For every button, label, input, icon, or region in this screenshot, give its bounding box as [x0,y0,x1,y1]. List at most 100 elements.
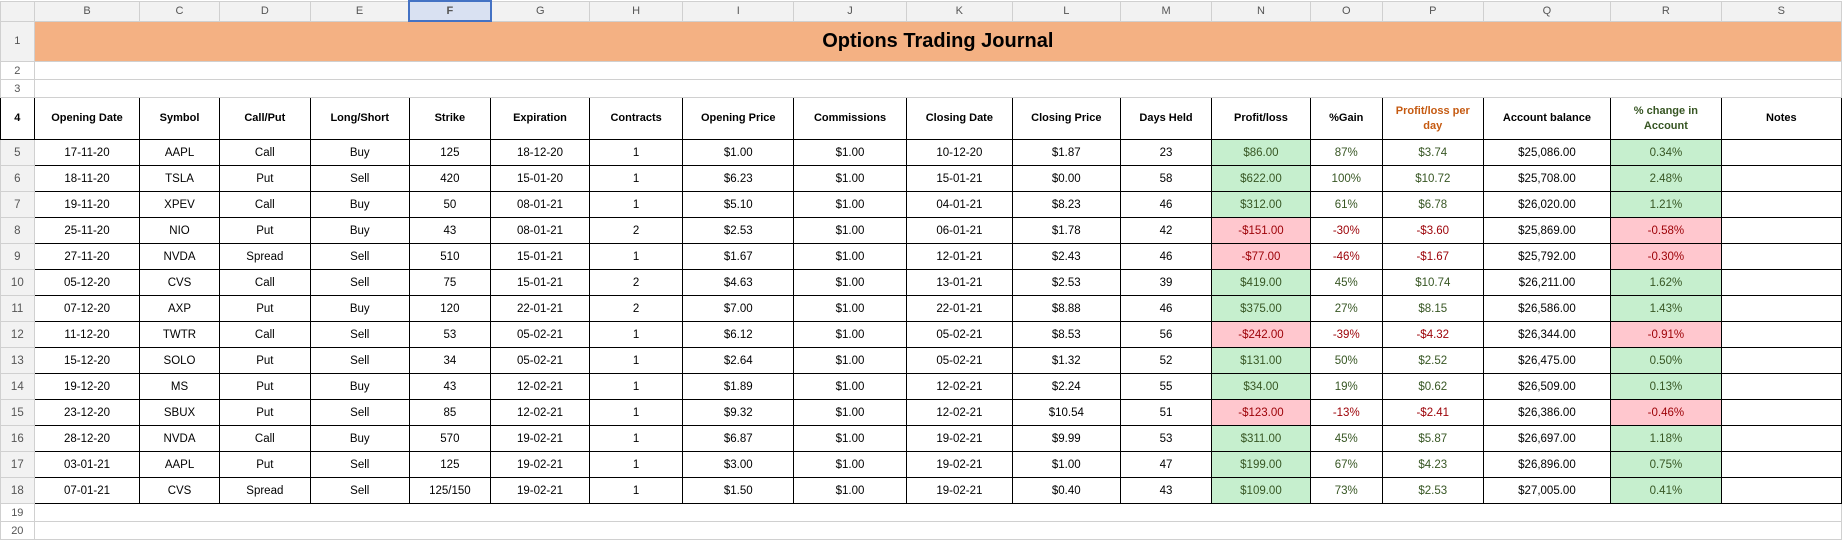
col-r-header[interactable]: R [1611,1,1722,21]
notes [1721,452,1841,478]
col-n-header[interactable]: N [1212,1,1311,21]
header-profit-loss-per-day: Profit/loss per day [1382,98,1483,140]
closing-price: $1.00 [1012,452,1120,478]
pct-change-account: -0.91% [1611,322,1722,348]
row-num: 10 [1,270,35,296]
long-short: Sell [311,452,410,478]
pct-change-account: 1.43% [1611,296,1722,322]
col-f-header[interactable]: F [409,1,491,21]
account-balance: $26,344.00 [1483,322,1610,348]
contracts: 1 [589,374,683,400]
long-short: Sell [311,166,410,192]
corner-cell [1,1,35,21]
long-short: Buy [311,296,410,322]
table-row: 12 11-12-20 TWTR Call Sell 53 05-02-21 1… [1,322,1842,348]
row-num: 13 [1,348,35,374]
account-balance: $25,708.00 [1483,166,1610,192]
commissions: $1.00 [794,426,907,452]
contracts: 1 [589,322,683,348]
opening-date: 19-12-20 [34,374,140,400]
row-3: 3 [1,80,1842,98]
col-l-header[interactable]: L [1012,1,1120,21]
table-row: 6 18-11-20 TSLA Put Sell 420 15-01-20 1 … [1,166,1842,192]
account-balance: $26,896.00 [1483,452,1610,478]
symbol: XPEV [140,192,219,218]
closing-price: $1.87 [1012,140,1120,166]
profit-loss: $311.00 [1212,426,1311,452]
closing-date: 06-01-21 [906,218,1012,244]
row-num-3: 3 [1,80,35,98]
commissions: $1.00 [794,192,907,218]
col-b-header[interactable]: B [34,1,140,21]
closing-date: 12-02-21 [906,374,1012,400]
empty-row: 19 [1,504,1842,522]
profit-loss: $419.00 [1212,270,1311,296]
col-s-header[interactable]: S [1721,1,1841,21]
expiration: 08-01-21 [491,218,590,244]
pct-gain: -39% [1310,322,1382,348]
opening-date: 15-12-20 [34,348,140,374]
journal-title: Options Trading Journal [34,21,1841,62]
account-balance: $26,020.00 [1483,192,1610,218]
pct-change-account: 0.13% [1611,374,1722,400]
profit-loss-per-day: $4.23 [1382,452,1483,478]
table-row: 9 27-11-20 NVDA Spread Sell 510 15-01-21… [1,244,1842,270]
account-balance: $25,086.00 [1483,140,1610,166]
row-num: 12 [1,322,35,348]
profit-loss-per-day: $8.15 [1382,296,1483,322]
col-k-header[interactable]: K [906,1,1012,21]
row-num: 14 [1,374,35,400]
expiration: 05-02-21 [491,348,590,374]
header-expiration: Expiration [491,98,590,140]
symbol: NVDA [140,244,219,270]
header-symbol: Symbol [140,98,219,140]
col-g-header[interactable]: G [491,1,590,21]
col-i-header[interactable]: I [683,1,794,21]
col-h-header[interactable]: H [589,1,683,21]
pct-change-account: 0.34% [1611,140,1722,166]
table-row: 14 19-12-20 MS Put Buy 43 12-02-21 1 $1.… [1,374,1842,400]
col-e-header[interactable]: E [311,1,410,21]
pct-gain: 87% [1310,140,1382,166]
account-balance: $25,792.00 [1483,244,1610,270]
account-balance: $26,475.00 [1483,348,1610,374]
col-m-header[interactable]: M [1120,1,1211,21]
expiration: 15-01-21 [491,270,590,296]
commissions: $1.00 [794,322,907,348]
profit-loss: -$242.00 [1212,322,1311,348]
header-account-balance: Account balance [1483,98,1610,140]
account-balance: $26,211.00 [1483,270,1610,296]
expiration: 19-02-21 [491,478,590,504]
table-row: 7 19-11-20 XPEV Call Buy 50 08-01-21 1 $… [1,192,1842,218]
opening-date: 25-11-20 [34,218,140,244]
header-pct-gain: %Gain [1310,98,1382,140]
call-put: Spread [219,244,310,270]
call-put: Put [219,348,310,374]
col-j-header[interactable]: J [794,1,907,21]
col-c-header[interactable]: C [140,1,219,21]
opening-date: 11-12-20 [34,322,140,348]
profit-loss: $375.00 [1212,296,1311,322]
call-put: Call [219,192,310,218]
col-d-header[interactable]: D [219,1,310,21]
contracts: 1 [589,426,683,452]
contracts: 1 [589,140,683,166]
account-balance: $25,869.00 [1483,218,1610,244]
days-held: 39 [1120,270,1211,296]
opening-date: 19-11-20 [34,192,140,218]
row-num: 15 [1,400,35,426]
col-q-header[interactable]: Q [1483,1,1610,21]
opening-price: $6.12 [683,322,794,348]
notes [1721,166,1841,192]
header-strike: Strike [409,98,491,140]
strike: 125 [409,140,491,166]
col-p-header[interactable]: P [1382,1,1483,21]
contracts: 2 [589,218,683,244]
days-held: 43 [1120,478,1211,504]
col-o-header[interactable]: O [1310,1,1382,21]
pct-gain: 27% [1310,296,1382,322]
pct-change-account: -0.46% [1611,400,1722,426]
expiration: 12-02-21 [491,400,590,426]
row-num: 18 [1,478,35,504]
table-row: 8 25-11-20 NIO Put Buy 43 08-01-21 2 $2.… [1,218,1842,244]
